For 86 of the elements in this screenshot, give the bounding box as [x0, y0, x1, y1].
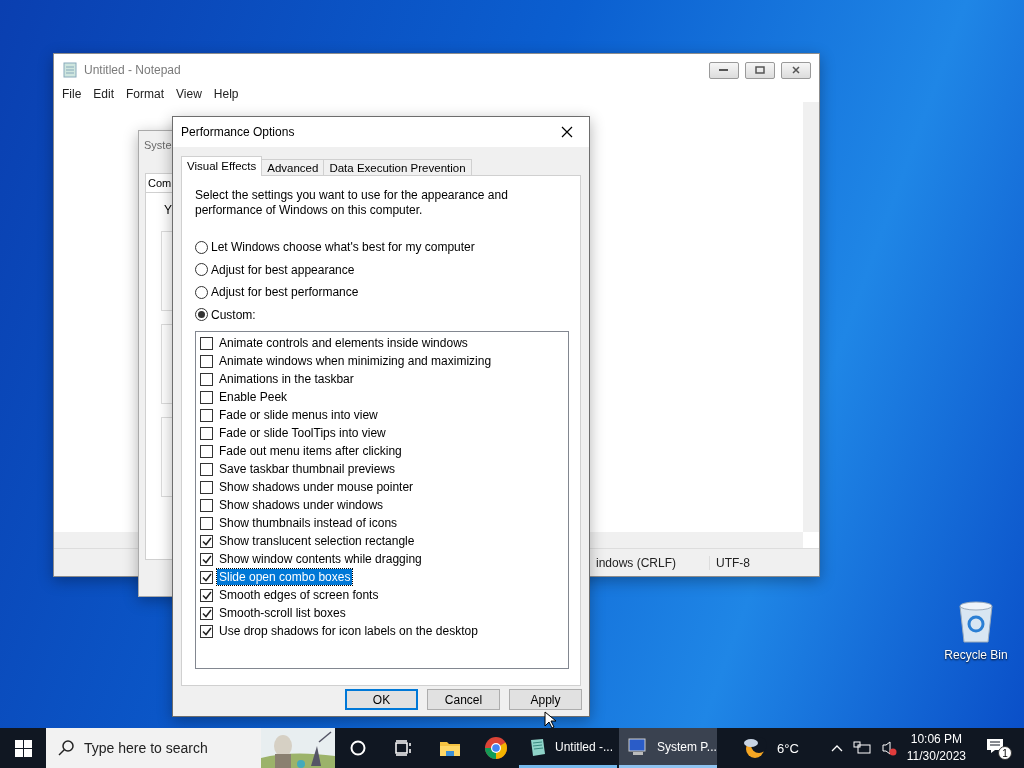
checkbox[interactable]: [200, 426, 213, 440]
panel-text: Y: [164, 203, 172, 217]
weather-moon-icon: [743, 737, 767, 759]
checkbox[interactable]: [200, 408, 213, 422]
checkbox[interactable]: [200, 552, 213, 566]
setting-label[interactable]: Show thumbnails instead of icons: [217, 515, 400, 531]
search-box[interactable]: Type here to search: [46, 728, 335, 768]
notepad-icon: [62, 62, 78, 78]
dialog-button[interactable]: Apply: [509, 689, 582, 710]
checkbox[interactable]: [200, 588, 213, 602]
checkbox[interactable]: [200, 570, 213, 584]
recycle-bin-icon[interactable]: [956, 600, 996, 644]
maximize-icon: [755, 66, 765, 74]
muted-speaker-icon[interactable]: [880, 740, 897, 756]
radio-button[interactable]: [195, 263, 208, 277]
menu-item[interactable]: File: [58, 87, 90, 101]
dialog-button[interactable]: OK: [345, 689, 418, 710]
setting-label[interactable]: Save taskbar thumbnail previews: [217, 461, 398, 477]
setting-label[interactable]: Fade or slide menus into view: [217, 407, 380, 423]
setting-label[interactable]: Animate controls and elements inside windows: [217, 335, 470, 351]
window-title: Syste: [144, 139, 172, 151]
setting-label[interactable]: Use drop shadows for icon labels on the desktop: [217, 623, 480, 639]
folder-icon: [439, 739, 461, 757]
setting-label[interactable]: Slide open combo boxes: [217, 569, 353, 585]
checkbox[interactable]: [200, 372, 213, 386]
checkbox[interactable]: [200, 624, 213, 638]
checkbox[interactable]: [200, 606, 213, 620]
setting-label[interactable]: Show translucent selection rectangle: [217, 533, 417, 549]
setting-label[interactable]: Smooth-scroll list boxes: [217, 605, 348, 621]
checkbox[interactable]: [200, 480, 213, 494]
clock[interactable]: 10:06 PM 11/30/2023: [906, 731, 966, 765]
radio-button[interactable]: [195, 308, 208, 322]
setting-label[interactable]: Animate windows when minimizing and maximizing: [217, 353, 494, 369]
status-text: UTF-8: [709, 555, 819, 570]
checkbox[interactable]: [200, 534, 213, 548]
window-title: Untitled - Notepad: [84, 63, 181, 77]
setting-label[interactable]: Enable Peek: [217, 389, 290, 405]
description-text: Select the settings you want to use for the appearance and performance of Windows on this computer.: [195, 188, 509, 218]
radio-button[interactable]: [195, 240, 208, 254]
close-button[interactable]: [781, 61, 811, 79]
minimize-button[interactable]: [709, 61, 739, 79]
tab[interactable]: Visual Effects: [181, 156, 263, 176]
dialog-button[interactable]: Cancel: [427, 689, 500, 710]
setting-label[interactable]: Show window contents while dragging: [217, 551, 424, 567]
close-icon: [561, 126, 573, 138]
windows-icon: [14, 739, 32, 757]
dialog-title: Performance Options: [181, 125, 295, 139]
menu-item[interactable]: Format: [122, 87, 173, 101]
chrome-icon: [484, 736, 508, 760]
checkbox[interactable]: [200, 354, 213, 368]
setting-label[interactable]: Fade or slide ToolTips into view: [217, 425, 388, 441]
radio-label[interactable]: Custom:: [211, 307, 256, 322]
setting-label[interactable]: Show shadows under mouse pointer: [217, 479, 416, 495]
menu-item[interactable]: View: [172, 87, 210, 101]
checkbox[interactable]: [200, 516, 213, 530]
chevron-up-icon[interactable]: [830, 744, 843, 752]
radio-button[interactable]: [195, 285, 208, 299]
taskbar-window-button[interactable]: Untitled -...: [519, 728, 617, 768]
mouse-cursor-icon: [544, 711, 556, 728]
temperature[interactable]: 6°C: [777, 740, 799, 756]
search-icon: [58, 740, 74, 756]
radio-label[interactable]: Adjust for best performance: [211, 285, 359, 300]
checkbox[interactable]: [200, 336, 213, 350]
setting-label[interactable]: Smooth edges of screen fonts: [217, 587, 381, 603]
tab[interactable]: Data Execution Prevention: [323, 159, 472, 176]
setting-label[interactable]: Animations in the taskbar: [217, 371, 356, 387]
computer-icon: [627, 736, 649, 757]
menu-item[interactable]: Edit: [89, 87, 123, 101]
desktop-icon-label[interactable]: Recycle Bin: [944, 648, 1008, 662]
circle-icon: [350, 740, 366, 756]
restore-button[interactable]: [745, 61, 775, 79]
setting-label[interactable]: Show shadows under windows: [217, 497, 386, 513]
menu-item[interactable]: Help: [209, 87, 247, 101]
checkbox[interactable]: [200, 390, 213, 404]
radio-label[interactable]: Adjust for best appearance: [211, 262, 355, 277]
close-icon: [791, 66, 801, 74]
minimize-icon: [719, 68, 729, 72]
radio-label[interactable]: Let Windows choose what's best for my computer: [211, 240, 475, 255]
network-icon[interactable]: [852, 741, 871, 755]
vertical-scrollbar[interactable]: [803, 102, 819, 532]
checkbox[interactable]: [200, 444, 213, 458]
setting-label[interactable]: Fade out menu items after clicking: [217, 443, 404, 459]
taskbar-window-button[interactable]: System P...: [619, 728, 717, 768]
checkbox[interactable]: [200, 498, 213, 512]
checkbox[interactable]: [200, 462, 213, 476]
task-view-icon: [395, 740, 413, 756]
